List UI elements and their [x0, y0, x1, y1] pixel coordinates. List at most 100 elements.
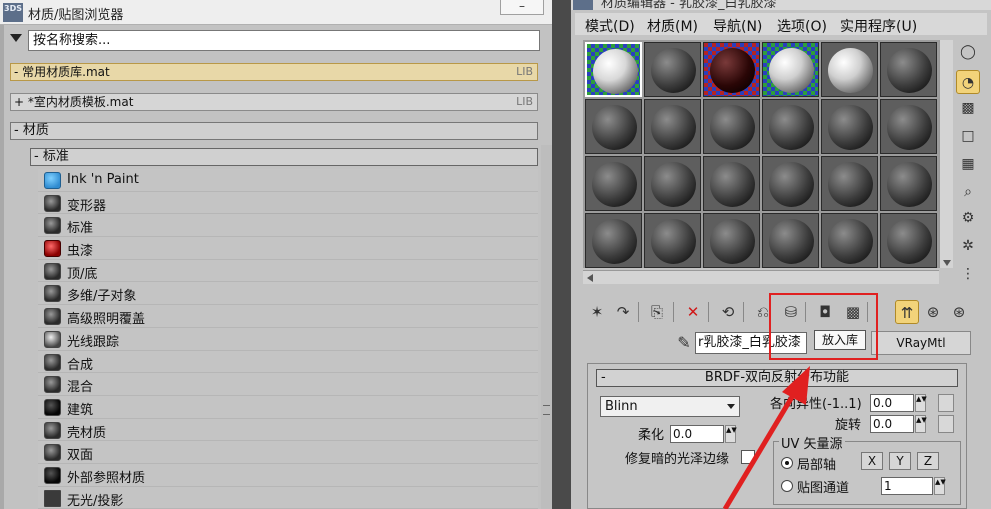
options-dropdown-icon[interactable] [10, 34, 22, 42]
list-item[interactable]: 虫漆 [38, 237, 538, 260]
sample-slot[interactable] [644, 42, 701, 97]
assign-to-selection-icon[interactable]: ⎘ [645, 300, 669, 324]
scroll-left-icon[interactable] [587, 274, 593, 282]
sample-slot[interactable] [585, 99, 642, 154]
backlight-icon[interactable]: ◔ [956, 70, 980, 94]
list-item[interactable]: 变形器 [38, 191, 538, 215]
material-label: Ink 'n Paint [67, 172, 139, 187]
sample-slot[interactable] [703, 99, 760, 154]
material-editor: 3DS 材质编辑器 - 乳胶漆_白乳胶漆 模式(D) 材质(M) 导航(N) 选… [571, 0, 991, 509]
sample-uv-tiling-icon[interactable]: □ [956, 124, 980, 148]
sample-slot[interactable] [821, 42, 878, 97]
menu-options[interactable]: 选项(O) [777, 16, 827, 36]
sample-slot[interactable] [644, 99, 701, 154]
sample-slot[interactable] [585, 42, 642, 97]
list-item[interactable]: 高级照明覆盖 [38, 305, 538, 328]
axis-x-button[interactable]: X [861, 452, 883, 470]
uv-source-label: UV 矢量源 [779, 433, 845, 452]
menu-navigation[interactable]: 导航(N) [713, 16, 762, 36]
sample-slot[interactable] [644, 156, 701, 211]
list-item[interactable]: 无光/投影 [38, 486, 538, 509]
library-row-interior[interactable]: + *室内材质模板.mat LIB [10, 93, 538, 111]
list-item[interactable]: 双面 [38, 441, 538, 464]
local-axis-radio[interactable] [781, 457, 793, 469]
sample-slot[interactable] [880, 213, 937, 268]
list-item[interactable]: 光线跟踪 [38, 327, 538, 351]
sample-slot[interactable] [880, 99, 937, 154]
material-type-button[interactable]: VRayMtl [871, 331, 971, 355]
list-item[interactable]: 建筑 [38, 395, 538, 419]
sample-slot[interactable] [762, 156, 819, 211]
list-item[interactable]: 外部参照材质 [38, 463, 538, 487]
go-forward-to-sibling-icon[interactable]: ⊛ [947, 300, 971, 324]
material-sphere-icon [887, 48, 932, 93]
sample-slot[interactable] [880, 42, 937, 97]
menu-material[interactable]: 材质(M) [647, 16, 698, 36]
get-material-icon[interactable]: ✶ [585, 300, 609, 324]
anisotropy-map-button[interactable] [938, 394, 954, 412]
sample-slot[interactable] [762, 42, 819, 97]
soften-field[interactable]: 0.0 [670, 425, 724, 443]
sample-slot[interactable] [644, 213, 701, 268]
brdf-rollout-header[interactable]: - BRDF-双向反射分布功能 [596, 369, 958, 387]
map-channel-field[interactable]: 1 [881, 477, 933, 495]
search-by-name-input[interactable]: 按名称搜索... [28, 30, 540, 51]
rotation-spinner[interactable]: ▲▼ [915, 415, 927, 433]
video-color-check-icon[interactable]: ▦ [956, 152, 980, 176]
sample-type-icon[interactable]: ◯ [956, 40, 980, 64]
slots-horizontal-scrollbar[interactable] [583, 270, 939, 284]
minimize-button[interactable]: – [500, 0, 544, 15]
list-item[interactable]: Ink 'n Paint [38, 169, 538, 192]
scroll-grip-icon[interactable] [543, 405, 550, 415]
sample-slot[interactable] [703, 42, 760, 97]
subgroup-standard[interactable]: - 标准 [30, 148, 538, 166]
anisotropy-field[interactable]: 0.0 [870, 394, 914, 412]
rotation-map-button[interactable] [938, 415, 954, 433]
list-item[interactable]: 壳材质 [38, 418, 538, 442]
scroll-down-icon[interactable] [943, 260, 951, 266]
map-channel-radio[interactable] [781, 480, 793, 492]
sample-slot[interactable] [585, 213, 642, 268]
show-end-result-icon[interactable]: ⇈ [895, 300, 919, 324]
sample-slot[interactable] [821, 99, 878, 154]
list-item[interactable]: 合成 [38, 350, 538, 374]
make-preview-icon[interactable]: ⌕ [956, 180, 980, 204]
sample-slot[interactable] [880, 156, 937, 211]
sample-slot[interactable] [821, 156, 878, 211]
anisotropy-spinner[interactable]: ▲▼ [915, 394, 927, 412]
put-to-scene-icon[interactable]: ↷ [611, 300, 635, 324]
axis-y-button[interactable]: Y [889, 452, 911, 470]
map-channel-spinner[interactable]: ▲▼ [934, 477, 946, 495]
menu-utilities[interactable]: 实用程序(U) [840, 16, 917, 36]
options-icon[interactable]: ⚙ [956, 206, 980, 230]
group-materials[interactable]: - 材质 [10, 122, 538, 140]
brdf-type-dropdown[interactable]: Blinn [600, 396, 740, 417]
eyedropper-icon[interactable]: ✎ [673, 332, 695, 354]
sample-slot[interactable] [762, 213, 819, 268]
fix-dark-edges-checkbox[interactable] [741, 450, 755, 464]
browser-title: 材质/贴图浏览器 [28, 8, 124, 23]
slots-vertical-scrollbar[interactable] [939, 40, 953, 268]
browser-scrollbar[interactable] [541, 145, 552, 509]
make-material-copy-icon[interactable]: ⟲ [716, 300, 740, 324]
sample-slot[interactable] [762, 99, 819, 154]
list-item[interactable]: 混合 [38, 373, 538, 396]
reset-map-icon[interactable]: ✕ [681, 300, 705, 324]
material-map-navigator-icon[interactable]: ⋮ [956, 262, 980, 286]
axis-z-button[interactable]: Z [917, 452, 939, 470]
list-item[interactable]: 标准 [38, 214, 538, 238]
library-row-common[interactable]: - 常用材质库.mat LIB [10, 63, 538, 81]
rotation-field[interactable]: 0.0 [870, 415, 914, 433]
sample-slot[interactable] [703, 156, 760, 211]
list-item[interactable]: 顶/底 [38, 259, 538, 283]
sample-slot[interactable] [821, 213, 878, 268]
soften-spinner[interactable]: ▲▼ [725, 425, 737, 443]
go-to-parent-icon[interactable]: ⊛ [921, 300, 945, 324]
sample-slot[interactable] [703, 213, 760, 268]
sample-slot[interactable] [585, 156, 642, 211]
menu-modes[interactable]: 模式(D) [585, 16, 635, 36]
select-by-material-icon[interactable]: ✲ [956, 234, 980, 258]
background-checker-icon[interactable]: ▩ [956, 96, 980, 120]
sphere-icon [44, 285, 61, 303]
list-item[interactable]: 多维/子对象 [38, 282, 538, 306]
